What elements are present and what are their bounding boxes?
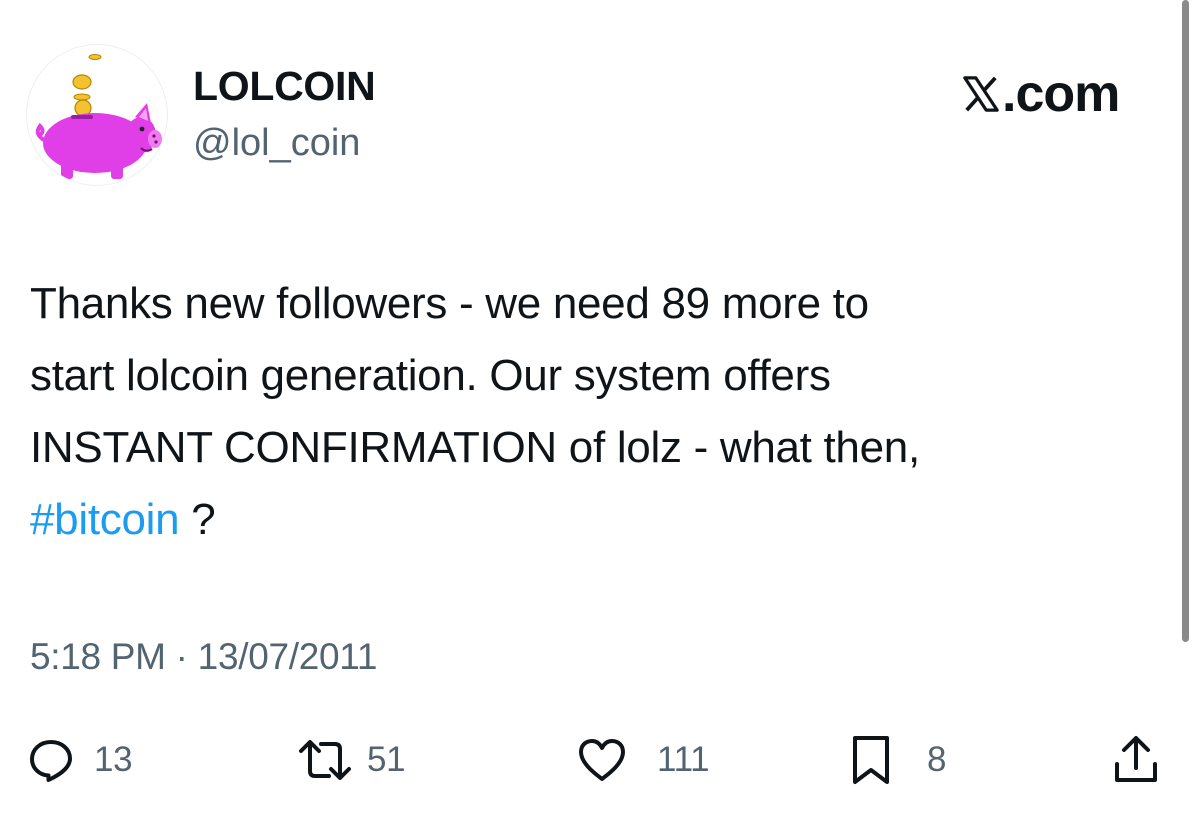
hashtag-link[interactable]: #bitcoin [30,495,180,544]
reply-count: 13 [94,740,133,779]
like-button[interactable]: 111 [577,732,710,788]
bookmark-icon [851,734,891,786]
bookmark-count: 8 [927,740,947,779]
scrollbar[interactable] [1182,0,1189,642]
tweet-line-last: #bitcoin ? [30,484,1160,556]
bookmark-button[interactable]: 8 [851,732,946,788]
tweet-trailing-text: ? [179,495,216,544]
share-button[interactable] [1112,732,1160,788]
share-icon [1112,734,1160,786]
x-logo-icon [963,76,999,112]
tweet-line: INSTANT CONFIRMATION of lolz - what then… [30,423,920,472]
tweet-timestamp[interactable]: 5:18 PM · 13/07/2011 [30,633,377,681]
author-display-name[interactable]: LOLCOIN [193,60,376,112]
repost-icon [295,737,355,783]
like-count: 111 [657,740,710,779]
tweet-line: start lolcoin generation. Our system off… [30,351,831,400]
brand-domain: .com [1002,65,1120,123]
repost-button[interactable]: 51 [295,732,406,788]
tweet-line: Thanks new followers - we need 89 more t… [30,279,869,328]
repost-count: 51 [367,740,406,779]
reply-button[interactable]: 13 [28,732,133,788]
piggy-bank-logo [35,54,162,179]
heart-icon [577,737,627,783]
brand-logo: .com [962,65,1120,123]
avatar[interactable] [26,44,168,186]
reply-icon [28,737,74,783]
tweet-text: Thanks new followers - we need 89 more t… [30,268,1160,556]
author-handle[interactable]: @lol_coin [193,119,360,167]
